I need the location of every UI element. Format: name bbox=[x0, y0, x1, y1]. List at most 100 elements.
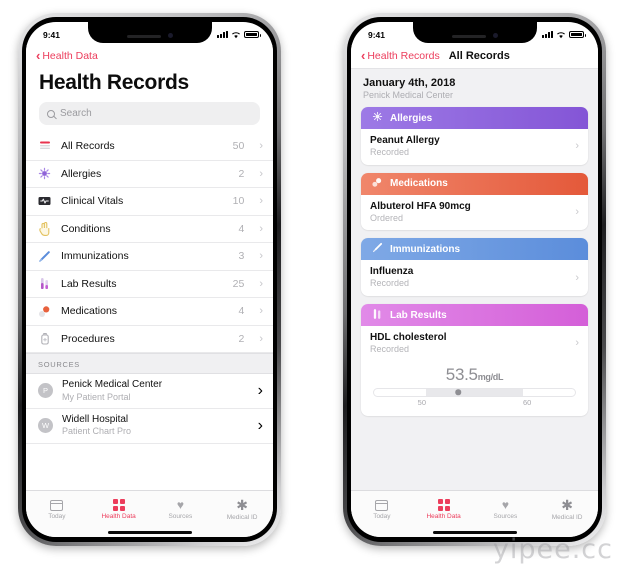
chevron-right-icon: › bbox=[259, 305, 263, 318]
range-tick-labels: 50 60 bbox=[373, 397, 576, 407]
front-camera-icon bbox=[492, 33, 498, 38]
list-item-count: 4 bbox=[238, 305, 245, 318]
medications-icon bbox=[38, 304, 51, 319]
pills-icon bbox=[371, 177, 383, 191]
chevron-right-icon: › bbox=[257, 381, 263, 399]
tab-medical-id[interactable]: ✱ Medical ID bbox=[536, 498, 598, 521]
source-text: Widell Hospital Patient Chart Pro bbox=[62, 414, 249, 438]
search-input[interactable]: Search bbox=[39, 102, 260, 125]
tab-today[interactable]: Today bbox=[351, 499, 413, 520]
left-status-indicators bbox=[217, 31, 261, 39]
record-card-lab-results[interactable]: Lab Results HDL cholesterol Recorded › 5… bbox=[361, 304, 588, 416]
today-calendar-icon bbox=[375, 499, 389, 511]
tab-sources[interactable]: ♥ Sources bbox=[150, 499, 212, 520]
card-body[interactable]: Peanut Allergy Recorded › bbox=[361, 129, 588, 165]
left-phone-screen: 9:41 ‹ Health Data Health Records Search… bbox=[26, 22, 273, 537]
list-item[interactable]: Medications 4 › bbox=[26, 298, 273, 326]
search-icon bbox=[47, 109, 55, 118]
wifi-icon bbox=[232, 31, 240, 38]
list-item-count: 50 bbox=[232, 140, 245, 153]
record-card-immunizations[interactable]: Immunizations Influenza Recorded › bbox=[361, 238, 588, 297]
watermark: yipee.cc bbox=[492, 534, 613, 565]
tab-label: Today bbox=[373, 512, 391, 520]
right-phone-bezel: 9:41 ‹ Health Records All Records Januar… bbox=[347, 17, 602, 542]
health-grid-icon bbox=[437, 499, 450, 511]
list-item[interactable]: Allergies 2 › bbox=[26, 160, 273, 188]
list-item-label: Procedures bbox=[61, 332, 115, 345]
conditions-icon bbox=[38, 221, 51, 236]
back-to-health-data-button[interactable]: ‹ Health Data bbox=[26, 44, 273, 66]
tab-label: Health Data bbox=[426, 513, 461, 520]
left-notch bbox=[87, 22, 212, 43]
list-item[interactable]: All Records 50 › bbox=[26, 133, 273, 161]
left-phone-device: 9:41 ‹ Health Data Health Records Search… bbox=[18, 13, 281, 546]
measurement-range: 50 60 bbox=[373, 387, 576, 407]
chevron-right-icon: › bbox=[575, 140, 579, 153]
list-item-label: Conditions bbox=[61, 222, 111, 235]
records-list[interactable]: All Records 50 › Allergies 2 › Clinical … bbox=[26, 133, 273, 490]
right-status-time: 9:41 bbox=[368, 29, 386, 40]
tab-label: Sources bbox=[168, 513, 193, 520]
tab-label: Today bbox=[48, 512, 66, 520]
card-body[interactable]: Influenza Recorded › bbox=[361, 260, 588, 296]
chevron-right-icon: › bbox=[259, 222, 263, 235]
earpiece-speaker bbox=[451, 35, 486, 38]
left-status-time: 9:41 bbox=[43, 29, 61, 40]
source-name: Penick Medical Center bbox=[62, 379, 163, 390]
card-text: Peanut Allergy Recorded bbox=[370, 134, 575, 159]
lab-results-icon bbox=[38, 276, 51, 291]
back-label: Health Records bbox=[367, 49, 440, 62]
list-item[interactable]: Conditions 4 › bbox=[26, 215, 273, 243]
list-item[interactable]: Procedures 2 › bbox=[26, 325, 273, 353]
right-phone-screen: 9:41 ‹ Health Records All Records Januar… bbox=[351, 22, 598, 537]
right-tab-bar[interactable]: Today Health Data ♥ Sources ✱ Medical ID bbox=[351, 490, 598, 528]
tab-today[interactable]: Today bbox=[26, 499, 88, 520]
test-tubes-icon bbox=[371, 308, 383, 323]
record-card-allergies[interactable]: Allergies Peanut Allergy Recorded › bbox=[361, 107, 588, 165]
avatar: W bbox=[38, 418, 53, 434]
card-header-label: Immunizations bbox=[390, 243, 461, 255]
card-text: Albuterol HFA 90mcg Ordered bbox=[370, 200, 575, 225]
front-camera-icon bbox=[167, 33, 173, 38]
measurement-value: 53.5 bbox=[445, 364, 478, 384]
tab-label: Medical ID bbox=[551, 514, 583, 521]
list-item[interactable]: P Penick Medical Center My Patient Porta… bbox=[26, 374, 273, 409]
card-item-title: HDL cholesterol bbox=[370, 332, 447, 344]
card-body[interactable]: Albuterol HFA 90mcg Ordered › bbox=[361, 195, 588, 231]
list-item[interactable]: W Widell Hospital Patient Chart Pro › bbox=[26, 408, 273, 444]
list-item[interactable]: Lab Results 25 › bbox=[26, 270, 273, 298]
records-detail-list[interactable]: January 4th, 2018 Penick Medical Center … bbox=[351, 69, 598, 490]
tab-label: Sources bbox=[493, 513, 518, 520]
card-item-status: Ordered bbox=[370, 212, 404, 223]
nav-title: All Records bbox=[448, 49, 510, 62]
list-item-count: 4 bbox=[238, 222, 245, 235]
tab-medical-id[interactable]: ✱ Medical ID bbox=[211, 498, 273, 521]
wifi-icon bbox=[557, 31, 565, 38]
card-body[interactable]: HDL cholesterol Recorded › bbox=[361, 326, 588, 362]
date-header: January 4th, 2018 Penick Medical Center bbox=[361, 76, 588, 107]
list-item[interactable]: Clinical Vitals 10 › bbox=[26, 188, 273, 216]
tab-sources[interactable]: ♥ Sources bbox=[475, 499, 537, 520]
sources-section-header: SOURCES bbox=[26, 353, 273, 374]
chevron-left-icon: ‹ bbox=[361, 48, 366, 63]
chevron-right-icon: › bbox=[259, 277, 263, 290]
battery-icon bbox=[244, 31, 261, 38]
left-tab-bar[interactable]: Today Health Data ♥ Sources ✱ Medical ID bbox=[26, 490, 273, 528]
back-label: Health Data bbox=[42, 49, 98, 62]
list-item-label: Lab Results bbox=[61, 277, 117, 290]
source-sub: Patient Chart Pro bbox=[62, 426, 132, 437]
asterisk-icon: ✱ bbox=[236, 497, 248, 513]
avatar: P bbox=[38, 383, 53, 399]
card-item-status: Recorded bbox=[370, 278, 410, 289]
today-calendar-icon bbox=[50, 499, 64, 511]
list-item[interactable]: Immunizations 3 › bbox=[26, 243, 273, 271]
range-high-label: 60 bbox=[523, 397, 532, 407]
record-card-medications[interactable]: Medications Albuterol HFA 90mcg Ordered … bbox=[361, 172, 588, 231]
right-nav-bar[interactable]: ‹ Health Records All Records bbox=[351, 44, 598, 69]
tab-health-data[interactable]: Health Data bbox=[413, 499, 475, 520]
card-item-title: Albuterol HFA 90mcg bbox=[370, 200, 471, 212]
tab-label: Health Data bbox=[101, 513, 136, 520]
tab-health-data[interactable]: Health Data bbox=[88, 499, 150, 520]
heart-icon: ♥ bbox=[501, 498, 509, 512]
range-low-label: 50 bbox=[417, 397, 426, 407]
